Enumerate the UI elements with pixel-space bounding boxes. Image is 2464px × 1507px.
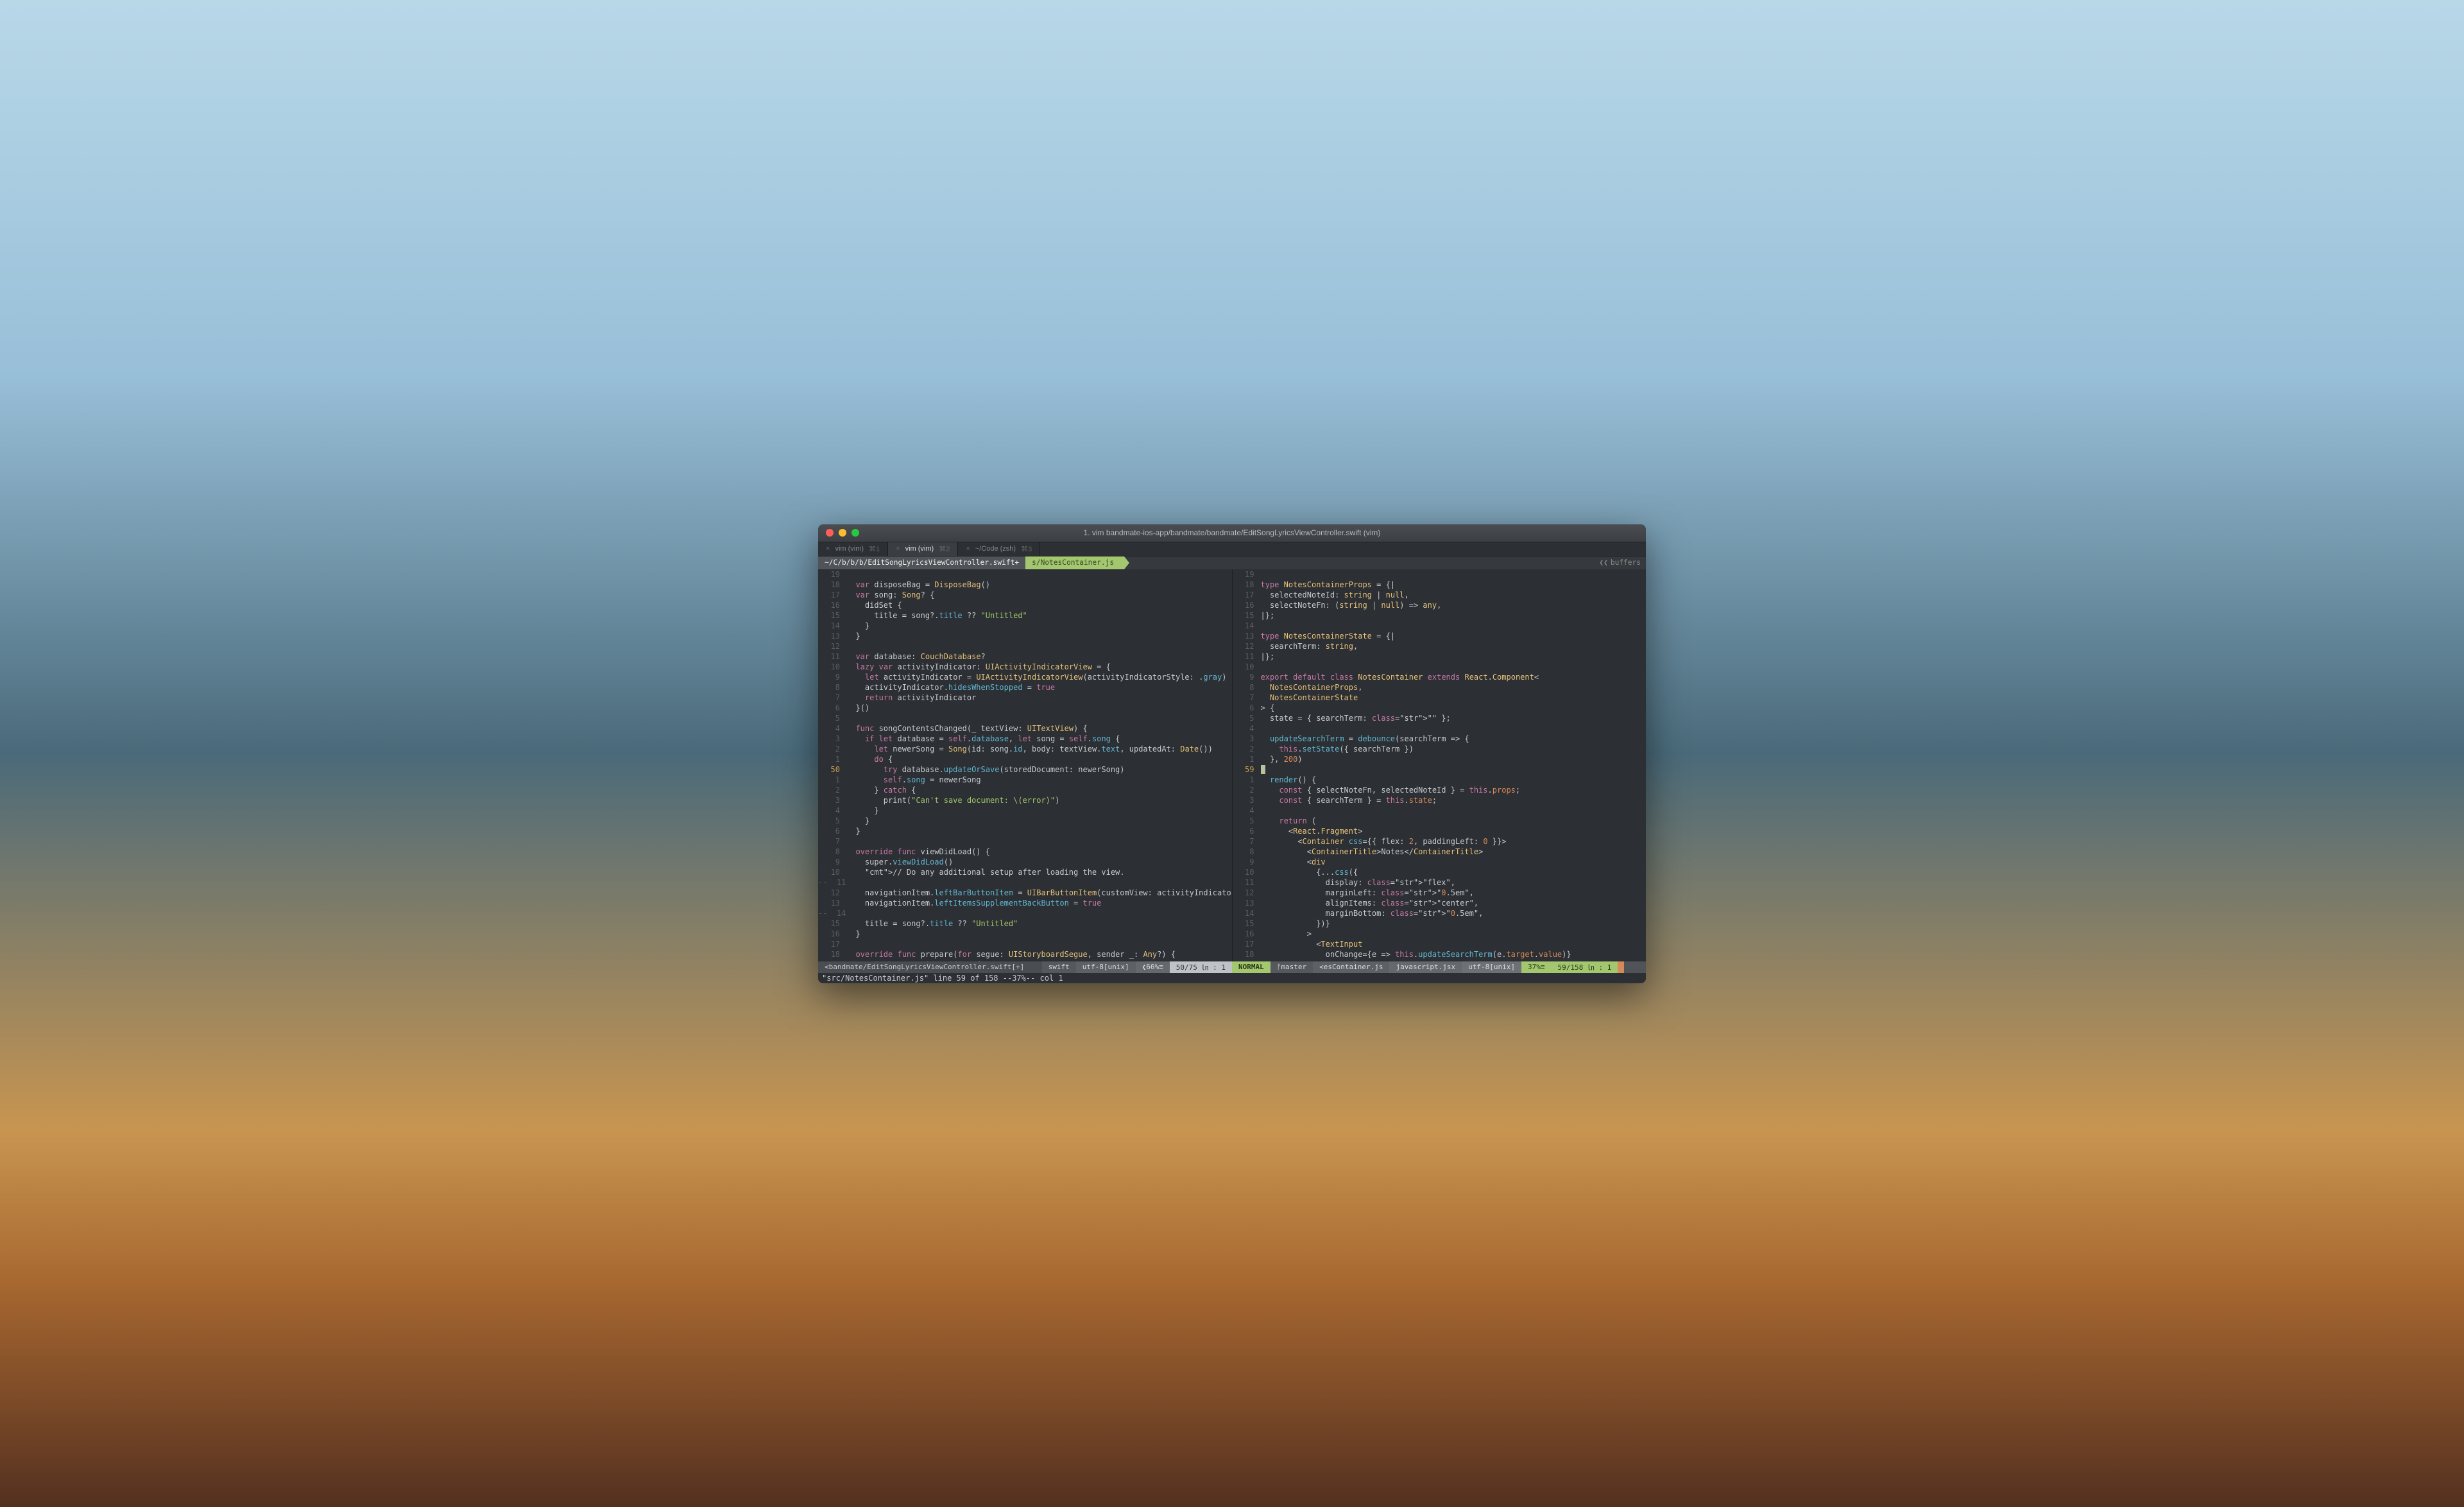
status-filename: <esContainer.js <box>1313 961 1389 973</box>
buffers-label[interactable]: buffers <box>1611 558 1641 567</box>
right-pane[interactable]: 1918171615141312111098765432159123456789… <box>1232 569 1647 961</box>
statusline-row: <bandmate/EditSongLyricsViewController.s… <box>818 961 1646 973</box>
status-warning-indicator <box>1618 961 1624 973</box>
tab-shortcut: ⌘1 <box>869 545 880 553</box>
status-percent: ❮ 66% ≡ <box>1136 961 1170 973</box>
titlebar[interactable]: 1. vim bandmate-ios-app/bandmate/bandmat… <box>818 524 1646 542</box>
command-line[interactable]: "src/NotesContainer.js" line 59 of 158 -… <box>818 973 1646 983</box>
window-title: 1. vim bandmate-ios-app/bandmate/bandmat… <box>818 528 1646 537</box>
tab-shortcut: ⌘2 <box>939 545 950 553</box>
close-icon[interactable]: × <box>896 545 900 553</box>
buffer-path[interactable]: ~/C/b/b/b/EditSongLyricsViewController.s… <box>818 556 1025 569</box>
buffer-right: ❮❮ buffers <box>1599 558 1646 567</box>
buffer-tabline: ~/C/b/b/b/EditSongLyricsViewController.s… <box>818 556 1646 569</box>
tab-bar: × vim (vim) ⌘1 × vim (vim) ⌘2 × ~/Code (… <box>818 542 1646 556</box>
close-icon[interactable]: × <box>826 545 830 553</box>
status-mode: NORMAL <box>1232 961 1270 973</box>
tab-label: vim (vim) <box>835 545 864 553</box>
line-numbers-left: 1918171615141312111098765432150123456789… <box>818 569 846 961</box>
status-position: 50/75 ㏑ : 1 <box>1170 961 1232 973</box>
left-pane[interactable]: 1918171615141312111098765432150123456789… <box>818 569 1232 961</box>
tab-zsh[interactable]: × ~/Code (zsh) ⌘3 <box>958 542 1040 556</box>
status-percent: 37% ≡ <box>1521 961 1552 973</box>
terminal-window: 1. vim bandmate-ios-app/bandmate/bandmat… <box>818 524 1646 983</box>
status-filetype: swift <box>1042 961 1076 973</box>
line-numbers-right: 1918171615141312111098765432159123456789… <box>1233 569 1261 961</box>
branch-icon: ᚠ <box>1277 963 1281 971</box>
tab-label: vim (vim) <box>905 545 934 553</box>
statusline-right: NORMAL ᚠ master <esContainer.js javascri… <box>1232 961 1646 973</box>
buffer-file[interactable]: s/NotesContainer.js <box>1025 556 1124 569</box>
statusline-left: <bandmate/EditSongLyricsViewController.s… <box>818 961 1232 973</box>
code-left[interactable]: var disposeBag = DisposeBag() var song: … <box>846 569 1232 961</box>
status-filetype: javascript.jsx <box>1389 961 1462 973</box>
status-encoding: utf-8[unix] <box>1462 961 1521 973</box>
status-position: 59/158 ㏑ : 1 <box>1552 961 1618 973</box>
editor-area: 1918171615141312111098765432150123456789… <box>818 569 1646 961</box>
tab-shortcut: ⌘3 <box>1021 545 1032 553</box>
tab-label: ~/Code (zsh) <box>975 545 1016 553</box>
status-filepath: <bandmate/EditSongLyricsViewController.s… <box>818 961 1042 973</box>
code-right[interactable]: type NotesContainerProps = {| selectedNo… <box>1261 569 1647 961</box>
close-icon[interactable]: × <box>966 545 970 553</box>
chevron-left-icon[interactable]: ❮❮ <box>1599 558 1607 567</box>
tab-vim-1[interactable]: × vim (vim) ⌘1 <box>818 542 888 556</box>
status-encoding: utf-8[unix] <box>1076 961 1136 973</box>
status-git-branch: ᚠ master <box>1270 961 1313 973</box>
tab-vim-2[interactable]: × vim (vim) ⌘2 <box>888 542 958 556</box>
